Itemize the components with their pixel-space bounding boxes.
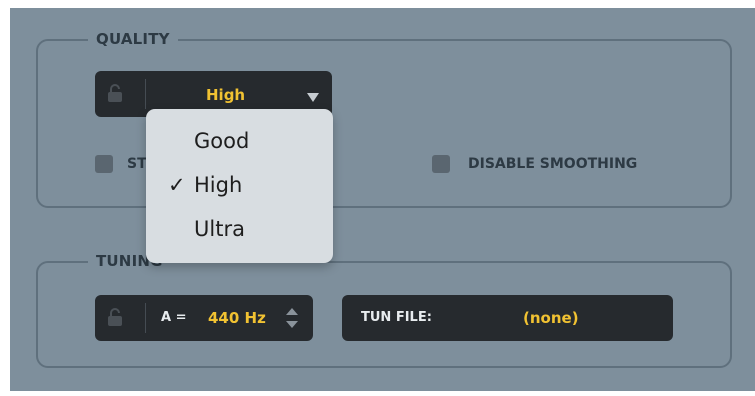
stepper-arrows-icon[interactable] xyxy=(286,308,298,333)
quality-group xyxy=(36,39,732,208)
disable-smoothing-checkbox[interactable] xyxy=(432,155,450,173)
dropdown-option-label: Ultra xyxy=(194,217,245,241)
tuning-a-stepper[interactable]: A = 440 Hz xyxy=(95,295,313,341)
tun-file-field[interactable]: TUN FILE: (none) xyxy=(342,295,673,341)
tuning-a-value: 440 Hz xyxy=(208,309,266,327)
separator xyxy=(145,303,146,333)
dropdown-option-label: Good xyxy=(194,129,250,153)
tun-file-label: TUN FILE: xyxy=(361,310,432,325)
dropdown-option-good[interactable]: Good xyxy=(146,121,333,161)
st-checkbox-label: ST xyxy=(127,156,147,172)
lock-icon[interactable] xyxy=(107,308,123,326)
dropdown-option-high[interactable]: ✓ High xyxy=(146,165,333,205)
st-checkbox[interactable] xyxy=(95,155,113,173)
tun-file-value: (none) xyxy=(523,309,579,327)
disable-smoothing-label: DISABLE SMOOTHING xyxy=(468,156,638,172)
quality-group-title: QUALITY xyxy=(88,30,178,48)
dropdown-option-ultra[interactable]: Ultra xyxy=(146,209,333,249)
checkmark-icon: ✓ xyxy=(168,173,186,197)
settings-panel: QUALITY High ST DISABLE SMOOTHING TUNING xyxy=(10,8,755,391)
quality-selected-value: High xyxy=(206,86,246,104)
tuning-a-label: A = xyxy=(161,310,187,325)
quality-dropdown-menu: Good ✓ High Ultra xyxy=(146,109,333,263)
separator xyxy=(145,79,146,109)
dropdown-option-label: High xyxy=(194,173,243,197)
chevron-down-icon xyxy=(307,89,319,107)
lock-icon[interactable] xyxy=(107,84,123,102)
